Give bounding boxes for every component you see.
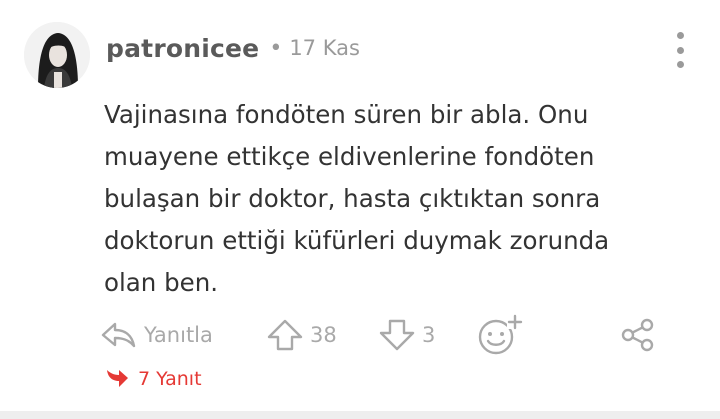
user-avatar-image xyxy=(24,22,90,88)
author-username[interactable]: patronicee xyxy=(106,34,259,63)
add-emoji-icon xyxy=(478,314,523,355)
meta-separator: • xyxy=(269,35,283,61)
downvote-button[interactable]: 3 xyxy=(378,312,435,358)
avatar[interactable] xyxy=(24,22,90,88)
comment-header: patronicee • 17 Kas xyxy=(106,26,360,70)
view-replies-link[interactable]: 7 Yanıt xyxy=(104,363,202,395)
comment-card: patronicee • 17 Kas Vajinasına fondöten … xyxy=(0,0,720,411)
reply-label: Yanıtla xyxy=(144,323,213,347)
comment-actions: Yanıtla 38 3 xyxy=(100,312,670,358)
share-button[interactable] xyxy=(620,312,656,358)
replies-count-label: 7 Yanıt xyxy=(138,368,202,390)
reply-button[interactable]: Yanıtla xyxy=(100,312,213,358)
vertical-dots-icon xyxy=(676,32,684,39)
comment-date: 17 Kas xyxy=(289,36,360,60)
upvote-button[interactable]: 38 xyxy=(266,312,337,358)
up-arrow-icon xyxy=(267,319,303,351)
down-arrow-icon xyxy=(379,319,415,351)
more-options-button[interactable] xyxy=(664,30,696,70)
red-reply-arrow-icon xyxy=(107,370,128,387)
share-icon xyxy=(621,318,654,352)
add-reaction-button[interactable] xyxy=(474,312,526,358)
divider-bar xyxy=(0,411,720,419)
downvote-count: 3 xyxy=(422,323,436,347)
comment-body: Vajinasına fondöten süren bir abla. Onu … xyxy=(104,100,610,297)
upvote-count: 38 xyxy=(310,323,337,347)
reply-arrow-icon xyxy=(101,322,136,348)
